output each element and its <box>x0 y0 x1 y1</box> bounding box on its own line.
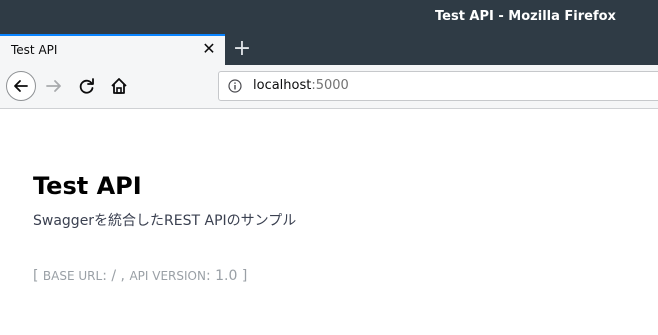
base-url-info: [ BASE URL: / , API VERSION: 1.0 ] <box>33 268 247 284</box>
bracket-close: ] <box>237 268 248 284</box>
url-host: localhost <box>253 78 312 93</box>
api-version-value: 1.0 <box>215 268 238 284</box>
tab-strip: Test API ✕ + <box>0 34 658 65</box>
reload-button[interactable] <box>72 71 102 101</box>
window-titlebar: Test API - Mozilla Firefox <box>0 0 658 34</box>
base-url-label: BASE URL <box>42 269 103 283</box>
api-version-label: API VERSION <box>129 269 206 283</box>
base-url-separator: , <box>116 268 130 284</box>
home-button[interactable] <box>104 71 134 101</box>
info-icon[interactable] <box>228 79 242 93</box>
forward-arrow-icon <box>46 80 61 92</box>
url-bar[interactable]: localhost:5000 <box>218 71 658 101</box>
forward-button[interactable] <box>40 71 70 101</box>
url-text[interactable]: localhost:5000 <box>253 78 349 93</box>
reload-icon <box>79 78 94 94</box>
page-content: Test API Swaggerを統合したREST APIのサンプル [ BAS… <box>0 109 658 335</box>
url-port: :5000 <box>311 78 349 93</box>
tab-label: Test API <box>11 43 58 57</box>
page-title: Test API <box>33 172 142 200</box>
close-tab-icon[interactable]: ✕ <box>200 40 218 58</box>
new-tab-button[interactable]: + <box>230 37 254 61</box>
page-description: Swaggerを統合したREST APIのサンプル <box>33 213 297 229</box>
bracket-open: [ <box>33 268 43 284</box>
window-title: Test API - Mozilla Firefox <box>435 9 616 24</box>
navigation-toolbar: localhost:5000 <box>0 65 658 109</box>
base-url-colon: : <box>102 268 112 284</box>
api-version-colon: : <box>205 268 216 284</box>
home-icon <box>111 78 127 94</box>
back-button[interactable] <box>6 71 36 101</box>
tab-test-api[interactable]: Test API ✕ <box>0 34 225 65</box>
back-arrow-icon <box>14 80 28 92</box>
